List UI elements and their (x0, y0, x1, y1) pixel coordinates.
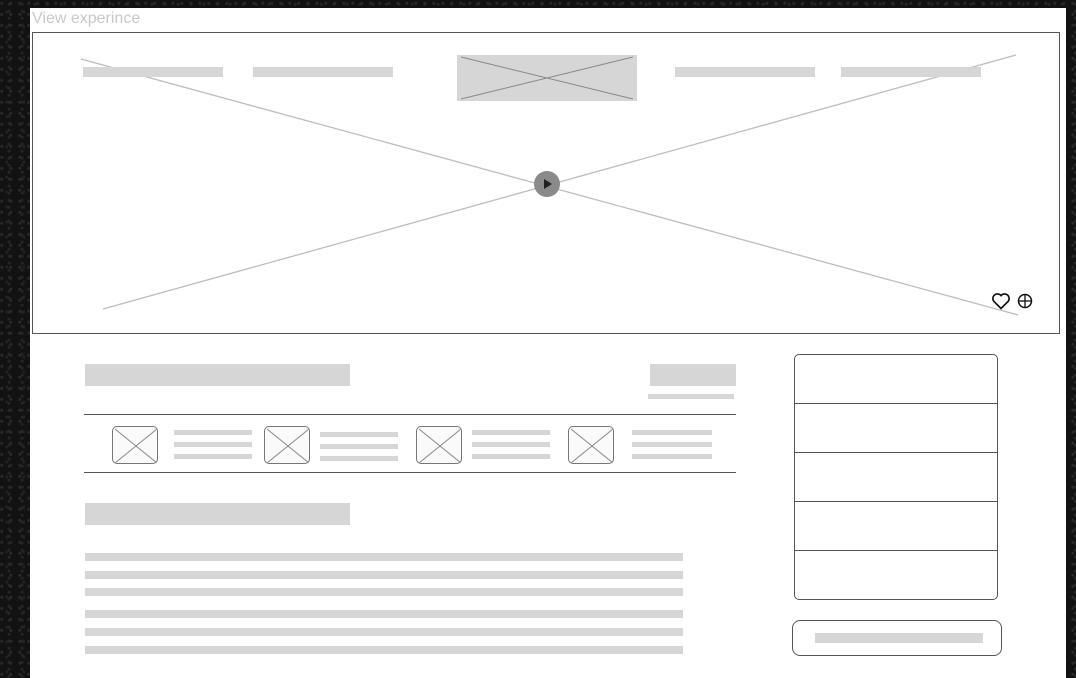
feature-text-1c (174, 454, 252, 459)
section-heading-placeholder (85, 503, 350, 525)
nav-item-3[interactable] (675, 67, 815, 77)
feature-text-2a (320, 432, 398, 437)
feature-text-2c (320, 456, 398, 461)
feature-text-2b (320, 444, 398, 449)
play-icon[interactable] (534, 171, 560, 197)
feature-text-3b (472, 442, 550, 447)
price-subtext-placeholder (648, 394, 734, 399)
feature-thumbnail-2[interactable] (264, 426, 310, 464)
nav-item-1[interactable] (83, 67, 223, 77)
paragraph-line-2 (85, 571, 683, 579)
title-placeholder (85, 364, 350, 386)
thumbnail-cross (114, 428, 157, 463)
sidebar-list (794, 354, 998, 600)
nav-item-2[interactable] (253, 67, 393, 77)
paragraph-line-3 (85, 588, 683, 596)
feature-strip-bottom-rule (84, 472, 736, 473)
feature-thumbnail-4[interactable] (568, 426, 614, 464)
feature-text-4b (632, 442, 712, 447)
sidebar-list-row[interactable] (795, 404, 997, 453)
globe-icon[interactable] (1017, 293, 1033, 309)
logo-cross (460, 56, 634, 100)
feature-thumbnail-3[interactable] (416, 426, 462, 464)
feature-text-4c (632, 454, 712, 459)
sheet-label: View experince (32, 10, 141, 27)
price-placeholder (650, 364, 736, 386)
paragraph-line-6 (85, 646, 683, 654)
thumbnail-cross (570, 428, 613, 463)
sidebar-list-row[interactable] (795, 453, 997, 502)
feature-text-1b (174, 442, 252, 447)
feature-strip-top-rule (84, 414, 736, 415)
paragraph-line-1 (85, 553, 683, 561)
sidebar-list-row[interactable] (795, 355, 997, 404)
heart-icon[interactable] (991, 291, 1011, 311)
paragraph-line-5 (85, 628, 683, 636)
feature-text-3c (472, 454, 550, 459)
sidebar-action-button[interactable] (792, 620, 1002, 656)
sidebar-list-row[interactable] (795, 551, 997, 600)
feature-text-3a (472, 430, 550, 435)
logo-placeholder[interactable] (457, 55, 637, 101)
nav-item-4[interactable] (841, 67, 981, 77)
feature-text-1a (174, 430, 252, 435)
feature-thumbnail-1[interactable] (112, 426, 158, 464)
wireframe-sheet: View experince (30, 8, 1066, 678)
thumbnail-cross (266, 428, 309, 463)
hero-video-placeholder[interactable] (32, 32, 1060, 334)
thumbnail-cross (418, 428, 461, 463)
sidebar-list-row[interactable] (795, 502, 997, 551)
paragraph-line-4 (85, 610, 683, 618)
feature-text-4a (632, 430, 712, 435)
sidebar-action-button-label-placeholder (815, 633, 983, 643)
